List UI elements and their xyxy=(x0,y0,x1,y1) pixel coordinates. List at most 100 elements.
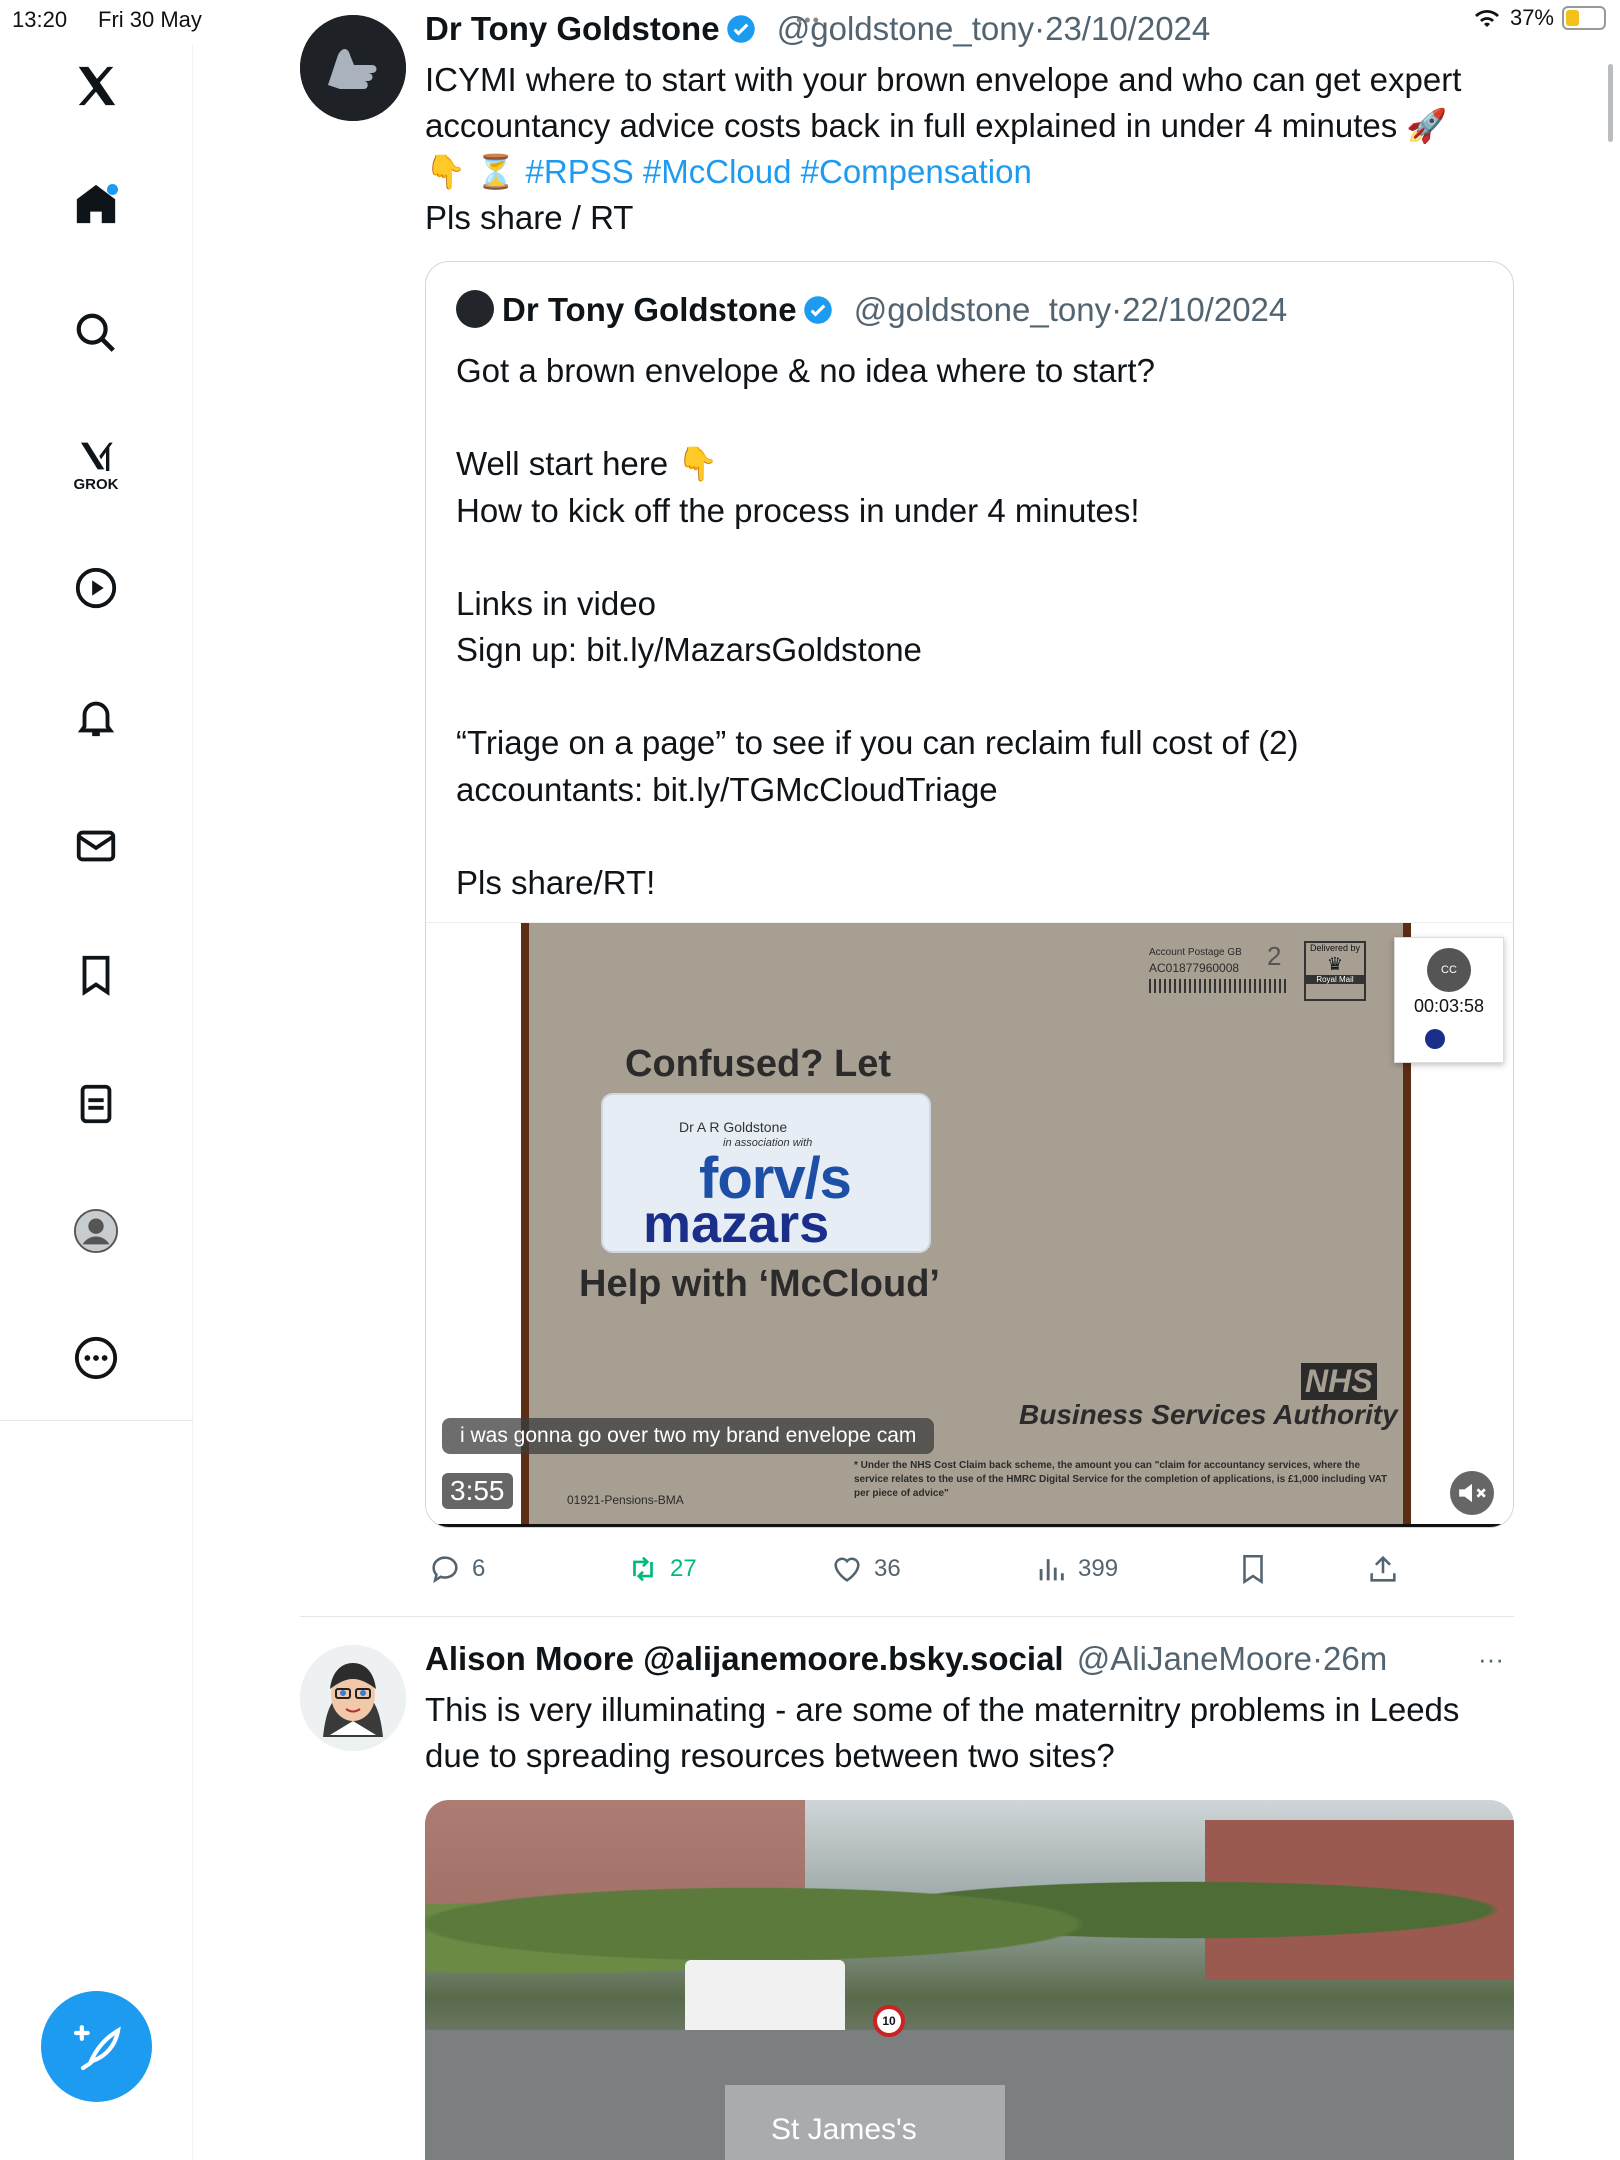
tweet2-handle[interactable]: @AliJaneMoore xyxy=(1077,1640,1312,1677)
search-icon[interactable] xyxy=(70,307,122,359)
home-icon[interactable] xyxy=(70,178,122,230)
quote-line: accountants: bit.ly/TGMcCloudTriage xyxy=(456,770,998,808)
quote-line: Sign up: bit.ly/MazarsGoldstone xyxy=(456,631,922,668)
tweet2-more-icon[interactable]: ··· xyxy=(1478,1644,1504,1675)
delivered-by: Delivered by xyxy=(1309,943,1361,953)
views-icon xyxy=(1039,1559,1064,1581)
mini-player[interactable]: CC 00:03:58 xyxy=(1394,937,1504,1063)
cc-button[interactable]: CC xyxy=(1427,948,1471,992)
repost-button[interactable]: 27 xyxy=(626,1552,697,1586)
reply-button[interactable]: 6 xyxy=(428,1552,485,1586)
compose-button[interactable] xyxy=(41,1991,152,2102)
video-player[interactable]: Account Postage GB AC01877960008 2 Deliv… xyxy=(426,922,1513,1527)
tweet1-sep: · xyxy=(1034,10,1046,47)
barcode xyxy=(1149,979,1289,993)
share-icon xyxy=(1370,1555,1396,1582)
tweet-divider xyxy=(300,1616,1514,1617)
quote-avatar xyxy=(456,290,494,328)
royal-mail: Royal Mail xyxy=(1306,975,1364,984)
tweet1-header: Dr Tony Goldstone @goldstone_tony·23/10/… xyxy=(425,10,1210,48)
quote-line: Well start here 👇 xyxy=(456,445,719,482)
quote-date: 22/10/2024 xyxy=(1122,291,1288,328)
tweet2-line: due to spreading resources between two s… xyxy=(425,1737,1115,1774)
notifications-icon[interactable] xyxy=(70,691,122,743)
tweet1-hashtags[interactable]: #RPSS #McCloud #Compensation xyxy=(526,153,1032,190)
window-name: Dr A R Goldstone xyxy=(679,1119,788,1135)
quote-header: Dr Tony Goldstone @goldstone_tony·22/10/… xyxy=(456,290,1287,329)
quote-line xyxy=(456,534,1299,581)
wifi-icon xyxy=(1474,10,1499,28)
quote-line: “Triage on a page” to see if you can rec… xyxy=(456,724,1299,761)
quote-handle: @goldstone_tony xyxy=(853,291,1112,328)
tweet2-display-name[interactable]: Alison Moore @alijanemoore.bsky.social xyxy=(425,1640,1064,1677)
speed-sign: 10 xyxy=(873,2005,905,2037)
reply-count: 6 xyxy=(472,1555,486,1582)
quoted-tweet-card[interactable]: Dr Tony Goldstone @goldstone_tony·22/10/… xyxy=(425,261,1514,1528)
quote-line: How to kick off the process in under 4 m… xyxy=(456,491,1140,529)
bookmark-button[interactable] xyxy=(1236,1552,1280,1586)
mini-time: 00:03:58 xyxy=(1413,996,1485,1016)
bsa-text: Business Services Authority xyxy=(1019,1399,1398,1430)
grok-label: GROK xyxy=(73,475,119,493)
tweet2-header: Alison Moore @alijanemoore.bsky.social @… xyxy=(425,1640,1387,1678)
verified-badge-icon xyxy=(726,15,755,43)
video-progress[interactable] xyxy=(426,1524,1513,1527)
video-duration: 3:55 xyxy=(442,1473,513,1509)
video-icon[interactable] xyxy=(70,562,122,614)
messages-icon[interactable] xyxy=(70,820,122,872)
tweet2-avatar[interactable] xyxy=(300,1645,406,1751)
repost-count: 27 xyxy=(670,1555,697,1582)
reply-icon xyxy=(432,1556,458,1584)
footnote: * Under the NHS Cost Claim back scheme, … xyxy=(854,1460,1388,1499)
quote-line: Links in video xyxy=(456,584,656,622)
envelope-window: Dr A R Goldstone in association with for… xyxy=(601,1093,931,1254)
postage-number: AC01877960008 xyxy=(1149,961,1240,975)
views-count: 399 xyxy=(1078,1555,1119,1582)
pause-icon[interactable] xyxy=(1425,1029,1445,1049)
tweet1-display-name[interactable]: Dr Tony Goldstone xyxy=(425,10,720,47)
envelope-ref: 01921-Pensions-BMA xyxy=(567,1493,684,1507)
photo-sign: St James's xyxy=(725,2085,1005,2160)
views-button[interactable]: 399 xyxy=(1034,1552,1118,1586)
quote-line xyxy=(456,395,1299,442)
home-notification-dot xyxy=(107,184,118,195)
status-time: 13:20 xyxy=(12,7,68,32)
tweet1-emoji: 👇 ⏳ xyxy=(425,153,517,190)
profile-icon[interactable] xyxy=(70,1205,122,1257)
tweet2-photo[interactable]: 10 St James's xyxy=(425,1800,1514,2160)
tweet1-avatar[interactable] xyxy=(300,15,406,121)
like-button[interactable]: 36 xyxy=(830,1552,901,1586)
sidebar-nav: GROK xyxy=(0,44,193,2160)
crown-icon: ♛ xyxy=(1326,954,1344,974)
help-text: Help with ‘McCloud’ xyxy=(579,1263,940,1305)
tweet1-line: ICYMI where to start with your brown env… xyxy=(425,61,1462,98)
share-button[interactable] xyxy=(1366,1552,1410,1586)
video-caption: i was gonna go over two my brand envelop… xyxy=(442,1418,935,1454)
quote-line: Got a brown envelope & no idea where to … xyxy=(456,352,1155,389)
compose-feather-icon xyxy=(73,2024,121,2070)
mute-icon[interactable] xyxy=(1450,1471,1494,1515)
tweet1-date[interactable]: 23/10/2024 xyxy=(1045,10,1210,47)
bookmark-icon xyxy=(1243,1554,1263,1585)
video-headline: Confused? Let xyxy=(625,1043,891,1085)
royal-mail-box: Delivered by ♛ Royal Mail xyxy=(1304,941,1366,1001)
class-number: 2 xyxy=(1267,941,1282,971)
grok-icon[interactable]: GROK xyxy=(70,428,122,500)
nhs-logo: NHS xyxy=(1301,1363,1377,1400)
bookmarks-icon[interactable] xyxy=(70,949,122,1001)
lists-icon[interactable] xyxy=(70,1078,122,1130)
tweet2-sep: · xyxy=(1312,1640,1324,1677)
tweet2-time[interactable]: 26m xyxy=(1323,1640,1387,1677)
tweet1-handle[interactable]: @goldstone_tony xyxy=(777,10,1034,47)
postage-label: Account Postage GB xyxy=(1149,947,1242,958)
scrollbar[interactable] xyxy=(1608,64,1613,142)
more-icon[interactable] xyxy=(70,1332,122,1384)
quote-text: Got a brown envelope & no idea where to … xyxy=(456,348,1299,906)
x-logo-icon[interactable] xyxy=(70,60,122,112)
tweet2-line: This is very illuminating - are some of … xyxy=(425,1691,1460,1728)
quote-line xyxy=(456,813,1299,860)
repost-icon xyxy=(633,1556,653,1582)
heart-icon xyxy=(834,1557,860,1582)
tweet1-text: ICYMI where to start with your brown env… xyxy=(425,57,1461,241)
quote-display-name: Dr Tony Goldstone xyxy=(502,291,797,328)
